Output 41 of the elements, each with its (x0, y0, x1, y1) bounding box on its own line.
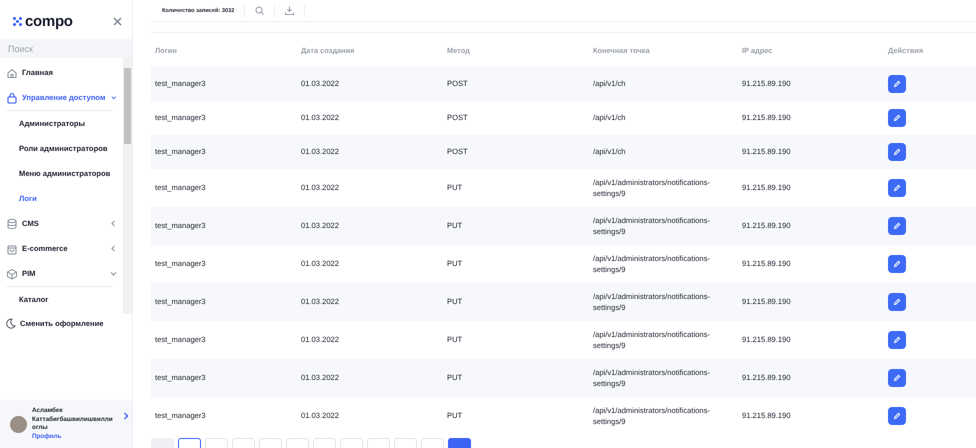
logo-mark-icon (13, 16, 22, 26)
pencil-icon (893, 298, 901, 306)
next-page-button[interactable] (448, 438, 471, 448)
edit-button[interactable] (888, 293, 906, 311)
scrollbar[interactable] (123, 58, 132, 314)
pencil-icon (893, 114, 901, 122)
edit-button[interactable] (888, 217, 906, 235)
moon-icon (5, 318, 16, 329)
pencil-icon (893, 148, 901, 156)
home-icon (6, 66, 18, 78)
edit-button[interactable] (888, 369, 906, 387)
pencil-icon (893, 260, 901, 268)
edit-button[interactable] (888, 75, 906, 93)
edit-button[interactable] (888, 331, 906, 349)
close-button[interactable] (113, 16, 122, 26)
search-icon (255, 6, 264, 15)
search-field[interactable]: Поиск (0, 39, 132, 58)
download-icon (285, 6, 294, 15)
scrollbar-thumb[interactable] (124, 68, 131, 144)
database-icon (6, 218, 18, 230)
avatar (10, 416, 27, 432)
pencil-icon (893, 184, 901, 192)
pencil-icon (893, 222, 901, 230)
edit-button[interactable] (888, 143, 906, 161)
cube-icon (6, 268, 18, 280)
page-button[interactable] (178, 438, 201, 448)
close-icon (113, 16, 122, 26)
logo: compo (13, 14, 73, 28)
pencil-icon (893, 374, 901, 382)
pencil-icon (893, 80, 901, 88)
chevron-right-icon (123, 412, 129, 420)
bag-icon (6, 242, 18, 254)
edit-button[interactable] (888, 407, 906, 425)
search-button[interactable] (255, 6, 264, 15)
edit-button[interactable] (888, 109, 906, 127)
download-button[interactable] (285, 6, 294, 15)
edit-button[interactable] (888, 179, 906, 197)
lock-icon (6, 92, 18, 104)
pencil-icon (893, 412, 901, 420)
pencil-icon (893, 336, 901, 344)
edit-button[interactable] (888, 255, 906, 273)
